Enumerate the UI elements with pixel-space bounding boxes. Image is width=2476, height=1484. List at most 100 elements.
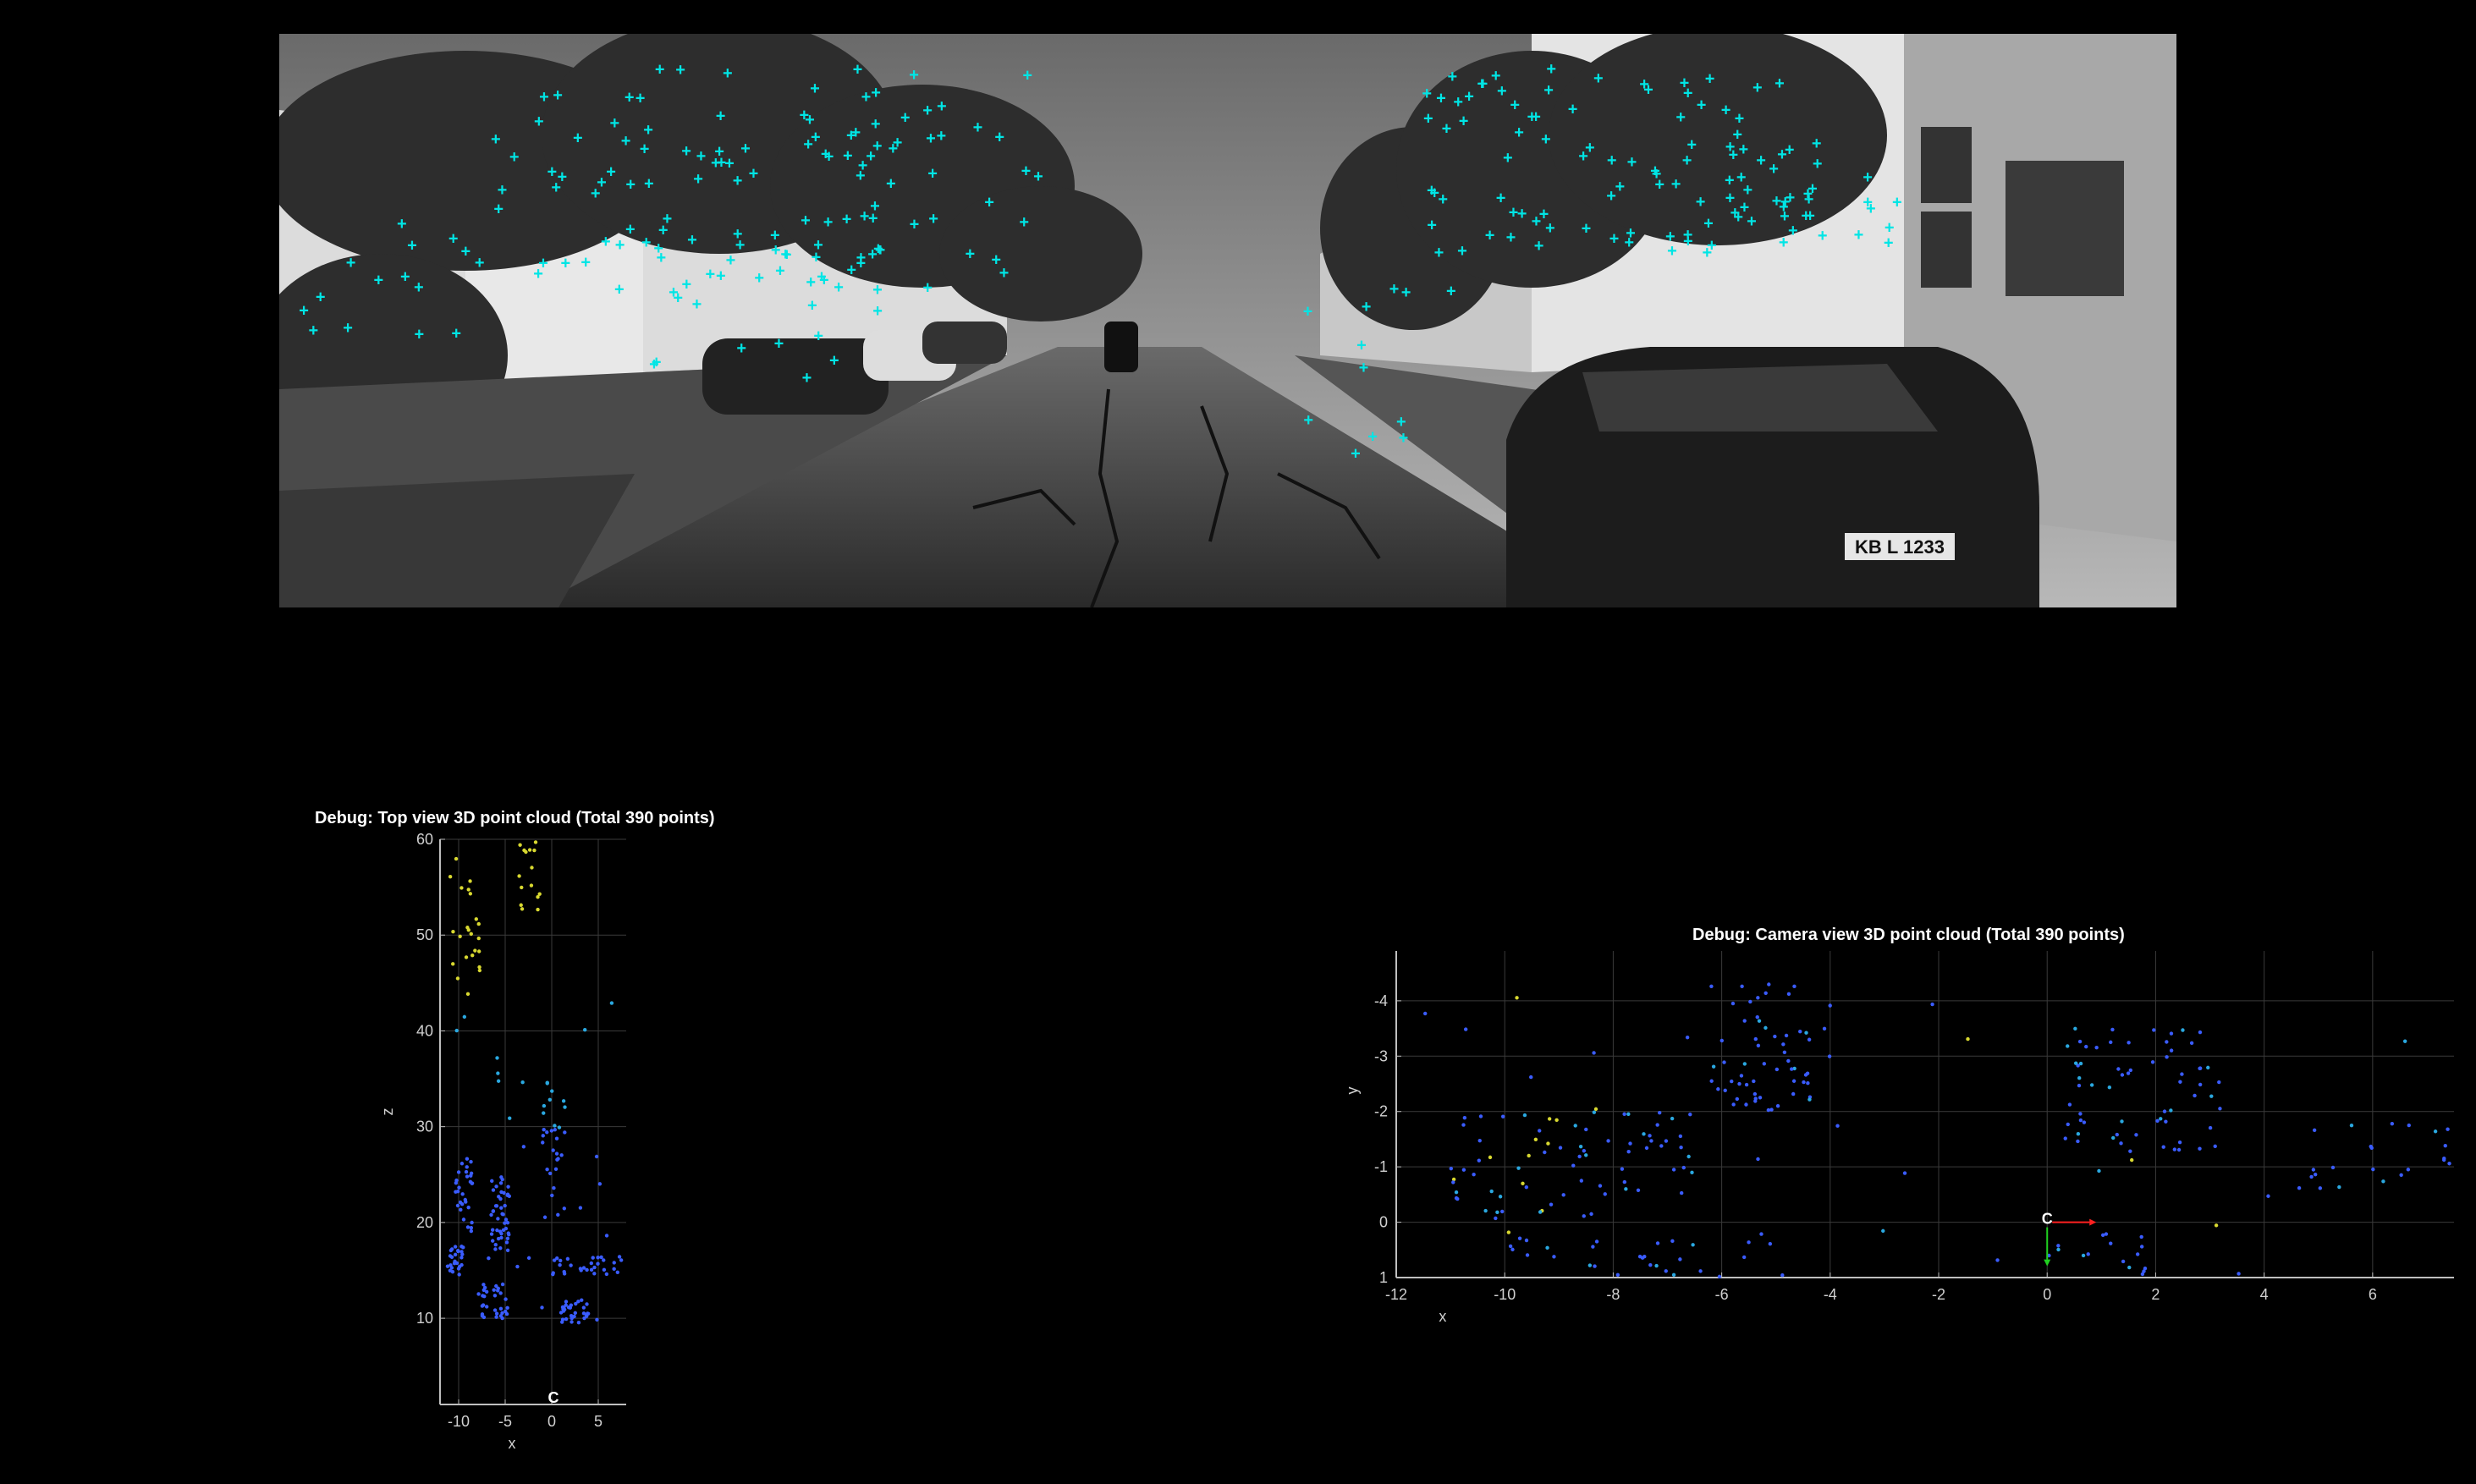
point [2441, 1157, 2446, 1162]
feature-marker: + [867, 245, 878, 264]
point [464, 1169, 469, 1174]
camera-marker: C [2042, 1211, 2053, 1228]
point [489, 1232, 494, 1236]
point [500, 1212, 504, 1216]
feature-marker: + [1705, 70, 1715, 89]
point [490, 1228, 495, 1232]
x-tick-label: -10 [1494, 1286, 1516, 1303]
point [468, 879, 472, 883]
x-tick-label: -6 [1715, 1286, 1729, 1303]
point [1766, 1108, 1771, 1113]
point [1637, 1255, 1642, 1259]
point [1773, 1034, 1777, 1039]
feature-marker: + [966, 245, 976, 263]
point [1579, 1179, 1584, 1183]
point [2407, 1123, 2411, 1128]
point [1624, 1187, 1628, 1191]
point [569, 1263, 573, 1267]
point [1756, 1043, 1761, 1047]
point [2311, 1168, 2316, 1172]
point [1593, 1107, 1598, 1112]
point [520, 1080, 525, 1085]
point [1622, 1179, 1627, 1184]
point [1592, 1110, 1597, 1114]
point [1742, 1062, 1747, 1066]
point [2120, 1073, 2125, 1077]
feature-marker: + [813, 236, 823, 255]
feature-marker: + [807, 296, 817, 315]
point [2214, 1223, 2219, 1228]
point [1642, 1255, 1647, 1259]
point [508, 1116, 512, 1120]
point [2433, 1129, 2438, 1134]
feature-marker: + [1447, 68, 1457, 86]
point [1463, 1027, 1468, 1031]
point [2371, 1167, 2375, 1172]
point [1930, 1002, 1934, 1007]
feature-marker: + [625, 220, 636, 239]
feature-marker: + [900, 109, 911, 128]
feature-marker: + [749, 164, 759, 183]
point [554, 1151, 559, 1156]
point [2313, 1172, 2318, 1177]
feature-marker: + [1442, 120, 1452, 139]
point [2077, 1083, 2082, 1088]
feature-marker: + [557, 168, 567, 186]
feature-marker: + [723, 64, 733, 83]
point [2172, 1147, 2177, 1151]
point [496, 1289, 500, 1293]
point [604, 1234, 609, 1238]
point [612, 1267, 616, 1272]
point [1881, 1228, 1885, 1234]
point [476, 936, 481, 941]
point [1748, 999, 1752, 1004]
point [532, 848, 536, 853]
point [2066, 1044, 2070, 1048]
point [1549, 1202, 1554, 1206]
point [1719, 1038, 1725, 1043]
point [1529, 1075, 1533, 1080]
point [1730, 1001, 1736, 1006]
point [541, 1134, 545, 1138]
feature-marker: + [823, 213, 834, 232]
point [2115, 1132, 2119, 1137]
point [1626, 1150, 1631, 1154]
point [2094, 1045, 2099, 1050]
point [619, 1258, 624, 1262]
feature-marker: + [936, 127, 946, 146]
point [462, 1014, 467, 1020]
point [561, 1099, 566, 1103]
point [1592, 1051, 1596, 1055]
point [558, 1262, 562, 1267]
feature-marker: + [774, 334, 784, 353]
feature-marker: + [871, 115, 881, 134]
point [1573, 1124, 1577, 1128]
point [617, 1255, 622, 1259]
point [1545, 1245, 1549, 1250]
point [493, 1247, 498, 1251]
point [581, 1305, 586, 1310]
point [456, 1249, 460, 1254]
point [524, 849, 528, 855]
point [492, 1288, 496, 1292]
point [1449, 1166, 1454, 1171]
point [1775, 1103, 1780, 1108]
point [1698, 1269, 1703, 1273]
feature-marker: + [1607, 151, 1617, 170]
point [576, 1321, 581, 1325]
point [1671, 1272, 1676, 1278]
point [1709, 1079, 1714, 1083]
point [569, 1313, 574, 1318]
point [1546, 1141, 1550, 1146]
point [1802, 1080, 1806, 1085]
point [1554, 1118, 1559, 1123]
point [558, 1258, 563, 1263]
point [453, 1245, 458, 1249]
point [2107, 1086, 2112, 1090]
point [503, 1217, 509, 1222]
point [2164, 1119, 2168, 1124]
feature-marker: + [843, 147, 853, 166]
point [494, 1283, 498, 1289]
point [469, 932, 473, 937]
y-tick-label: 50 [416, 926, 433, 943]
